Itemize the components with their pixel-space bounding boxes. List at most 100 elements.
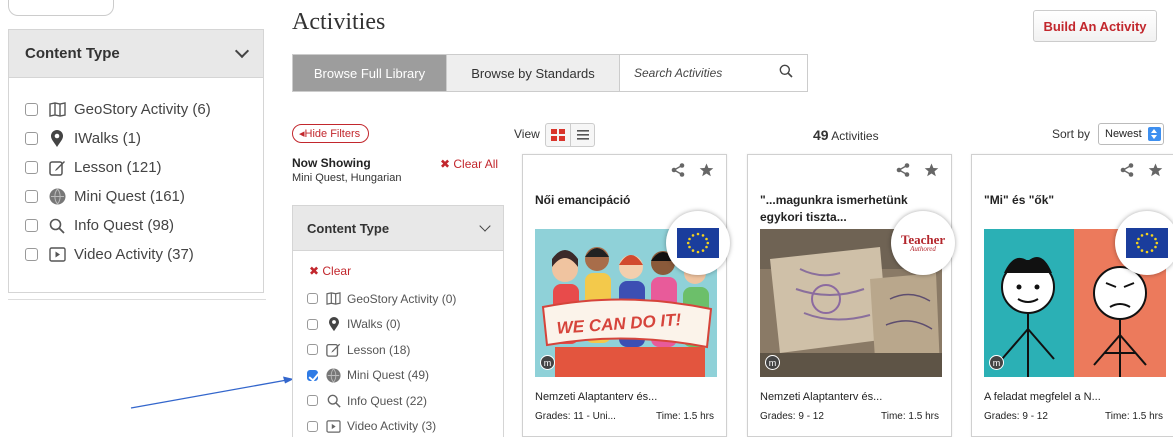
sort-select[interactable]: Newest [1098,123,1164,145]
count-label: Activities [831,129,879,143]
content-type-filter-panel: Content Type ✖ Clear GeoStory Activity (… [292,205,504,437]
location-pin-icon [326,316,341,332]
divider [8,299,266,300]
map-icon [48,101,66,119]
share-icon[interactable] [896,163,910,182]
star-icon[interactable] [1148,163,1163,182]
activity-card[interactable]: "Mi" és "ők" m A feladat megfelel a N...… [971,154,1173,437]
card-grades: Grades: 9 - 12 [984,411,1048,422]
panel-header[interactable]: Content Type [293,206,503,251]
eu-flag-badge [666,211,730,275]
checkbox-checked[interactable] [307,369,318,381]
card-standards: Nemzeti Alaptanterv és... [535,391,658,403]
checkbox[interactable] [25,103,38,116]
star-icon[interactable] [699,163,714,182]
search-icon[interactable] [779,64,793,83]
chevron-down-icon[interactable] [479,219,491,232]
background-content-type-panel: Content Type GeoStory Activity (6) IWalk… [8,29,266,300]
card-time: Time: 1.5 hrs [1105,411,1163,422]
eu-flag-badge [1115,211,1173,275]
filter-option[interactable]: GeoStory Activity (0) [307,286,456,312]
option-label: Mini Quest (161) [74,188,185,205]
card-title[interactable]: Női emancipáció [535,192,715,209]
share-icon[interactable] [1120,163,1134,182]
video-icon [48,246,66,264]
teacher-authored-badge: Teacher Authored [891,211,955,275]
checkbox[interactable] [307,395,318,407]
grid-view-icon[interactable] [546,124,570,146]
clear-link[interactable]: ✖ Clear [309,264,351,278]
share-icon[interactable] [671,163,685,182]
panel-title: Content Type [25,45,120,62]
filter-option[interactable]: Mini Quest (49) [307,363,456,389]
hide-filters-button[interactable]: ◂Hide Filters [292,124,370,143]
checkbox[interactable] [307,318,318,330]
card-title[interactable]: "Mi" és "ők" [984,192,1164,209]
filter-option[interactable]: Info Quest (98) [25,211,263,240]
option-label: Video Activity (37) [74,246,194,263]
map-icon [326,291,341,306]
panel-header[interactable]: Content Type [9,30,263,78]
filter-option[interactable]: Video Activity (37) [25,240,263,269]
page-title: Activities [292,9,386,35]
filter-option[interactable]: Mini Quest (161) [25,182,263,211]
checkbox[interactable] [25,161,38,174]
option-label: Mini Quest (49) [347,368,430,383]
filter-option[interactable]: IWalks (1) [25,124,263,153]
card-grades: Grades: 9 - 12 [760,411,824,422]
card-time: Time: 1.5 hrs [881,411,939,422]
activity-card[interactable]: Női emancipáció WE CAN DO IT! m Nemzeti … [522,154,730,437]
chevron-down-icon[interactable] [234,43,250,59]
filter-option[interactable]: GeoStory Activity (6) [25,95,263,124]
now-showing-value: Mini Quest, Hungarian [292,172,402,184]
option-label: Video Activity (3) [347,419,437,434]
option-label: GeoStory Activity (6) [74,101,211,118]
checkbox[interactable] [25,219,38,232]
option-label: Lesson (18) [347,342,411,357]
results-count: 49 Activities [813,127,879,143]
mini-quest-icon: m [989,355,1004,370]
select-arrows-icon [1148,127,1161,141]
panel-title: Content Type [307,220,390,236]
location-pin-icon [48,129,66,148]
option-label: GeoStory Activity (0) [347,291,457,306]
video-icon [326,419,341,434]
filter-option[interactable]: Video Activity (3) [307,414,456,437]
search-icon [48,217,66,235]
mini-quest-icon: m [765,355,780,370]
star-icon[interactable] [924,163,939,182]
filter-option[interactable]: Lesson (18) [307,337,456,363]
option-label: IWalks (1) [74,130,141,147]
card-grades: Grades: 11 - Uni... [535,411,616,422]
browse-tabs: Browse Full Library Browse by Standards [292,54,808,92]
collapsed-control [8,0,114,16]
count-number: 49 [813,127,829,143]
checkbox[interactable] [307,344,318,356]
card-standards: A feladat megfelel a N... [984,391,1101,403]
now-showing-label: Now Showing [292,156,371,170]
globe-icon [48,188,66,206]
filter-option[interactable]: IWalks (0) [307,312,456,338]
option-label: Info Quest (98) [74,217,175,234]
search-icon [326,393,341,408]
clear-all-link[interactable]: ✖ Clear All [440,157,498,171]
checkbox[interactable] [25,132,38,145]
tab-browse-by-standards[interactable]: Browse by Standards [446,55,619,91]
option-label: Lesson (121) [74,159,162,176]
globe-icon [326,368,341,383]
card-time: Time: 1.5 hrs [656,411,714,422]
checkbox[interactable] [25,190,38,203]
search-box [619,55,807,91]
build-activity-button[interactable]: Build An Activity [1033,10,1157,42]
activity-card[interactable]: "...magunkra ismerhetünk egykori tiszta.… [747,154,955,437]
tab-browse-full-library[interactable]: Browse Full Library [293,55,446,91]
checkbox[interactable] [25,248,38,261]
view-label: View [514,127,540,141]
search-input[interactable] [634,66,754,80]
list-view-icon[interactable] [570,124,594,146]
checkbox[interactable] [307,293,318,305]
filter-option[interactable]: Info Quest (22) [307,388,456,414]
filter-option[interactable]: Lesson (121) [25,153,263,182]
checkbox[interactable] [307,420,318,432]
option-label: IWalks (0) [347,317,401,332]
